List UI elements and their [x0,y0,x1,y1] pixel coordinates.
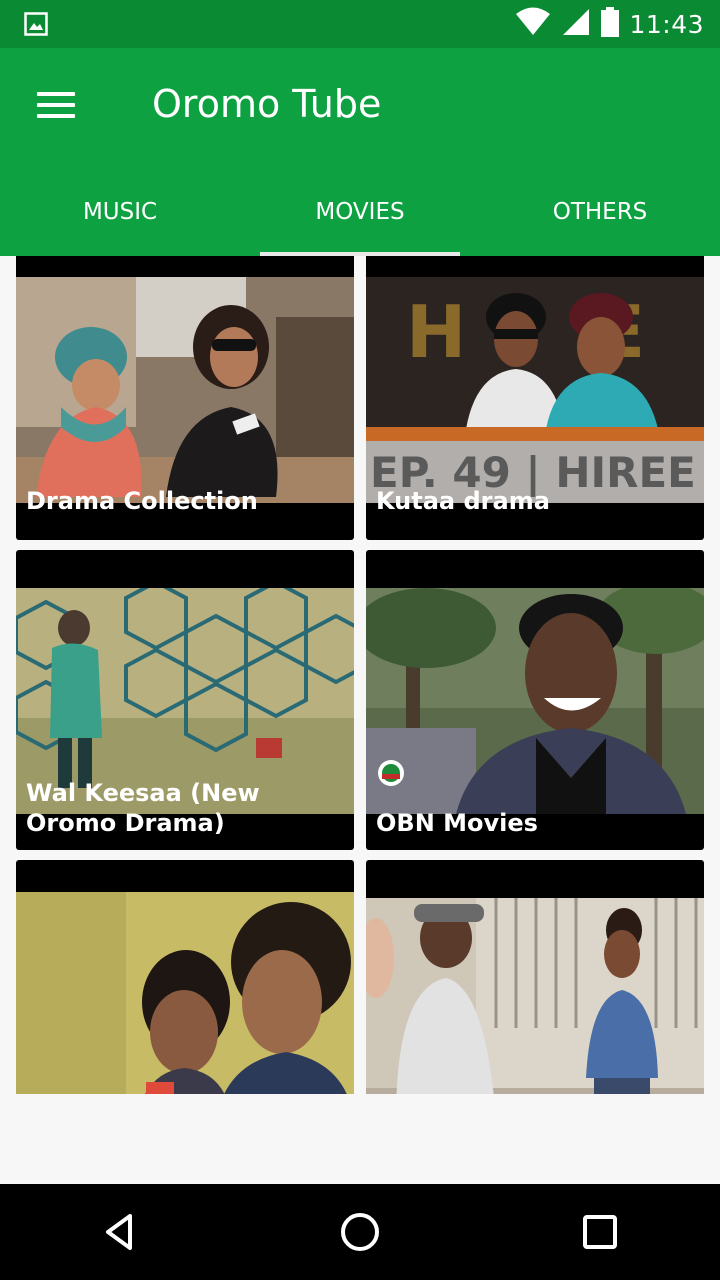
card-untitled-2[interactable] [366,860,704,1094]
recents-icon[interactable] [560,1192,640,1272]
card-kutaa-drama[interactable]: H E EP. 49 | HIREE Kutaa drama [366,256,704,540]
status-time: 11:43 [629,9,704,39]
signal-icon [561,7,591,42]
hamburger-menu-icon[interactable] [24,82,88,130]
thumbnail-kutaa-drama: H E EP. 49 | HIREE [366,277,704,503]
card-drama-collection[interactable]: Drama Collection [16,256,354,540]
svg-text:H: H [406,290,466,374]
thumbnail-obn-movies [366,588,704,814]
card-title: Wal Keesaa (New Oromo Drama) [26,779,260,837]
card-untitled-1[interactable] [16,860,354,1094]
tab-bar: MUSIC MOVIES OTHERS [0,168,720,256]
card-title: Kutaa drama [376,487,550,515]
thumbnail-two-women [16,892,354,1094]
status-bar: 11:43 [0,0,720,48]
back-icon[interactable] [80,1192,160,1272]
card-wal-keesaa[interactable]: Wal Keesaa (New Oromo Drama) [16,550,354,850]
tab-others[interactable]: OTHERS [480,168,720,256]
card-title: Drama Collection [26,487,258,515]
card-title: OBN Movies [376,809,538,837]
tab-music[interactable]: MUSIC [0,168,240,256]
system-nav-bar [0,1184,720,1280]
movie-grid: Drama Collection H E EP. 49 | HIREE Kut [0,256,720,1094]
app-title: Oromo Tube [152,82,382,126]
app-bar: Oromo Tube MUSIC MOVIES OTHERS [0,48,720,256]
battery-icon [601,6,620,42]
home-icon[interactable] [320,1192,400,1272]
card-obn-movies[interactable]: OBN Movies [366,550,704,850]
tab-movies[interactable]: MOVIES [240,168,480,256]
wifi-icon [515,7,551,42]
thumbnail-man-and-woman [366,898,704,1094]
image-notification-icon [24,12,48,41]
thumbnail-drama-collection [16,277,354,503]
